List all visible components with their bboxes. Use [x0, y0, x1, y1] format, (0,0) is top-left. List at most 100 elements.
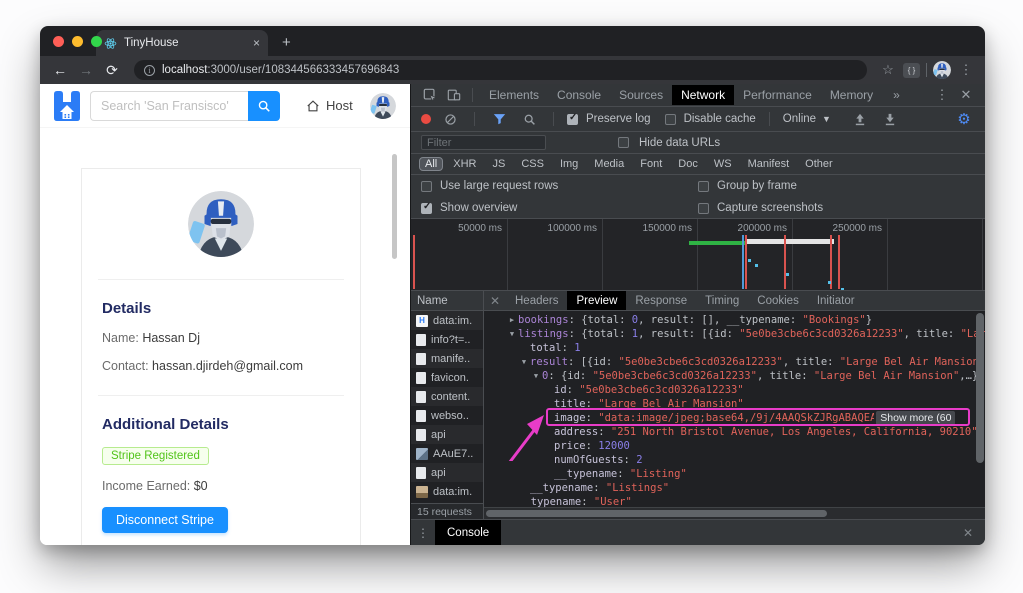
extension-icon[interactable]: { }: [903, 62, 920, 78]
devtools-tab-performance[interactable]: Performance: [734, 85, 821, 105]
drawer-menu-icon[interactable]: ⋮: [411, 526, 435, 540]
more-tabs-icon[interactable]: »: [884, 85, 909, 105]
maximize-window-button[interactable]: [91, 36, 102, 47]
browser-profile-avatar[interactable]: [933, 61, 951, 79]
option-use-large-request-rows[interactable]: Use large request rows: [421, 180, 698, 192]
json-tree-line[interactable]: ▼ listings: {total: 1, result: [{id: "5e0…: [484, 327, 985, 341]
new-tab-button[interactable]: +: [282, 34, 291, 56]
type-filter-font[interactable]: Font: [634, 157, 668, 171]
checkbox[interactable]: [421, 180, 432, 192]
request-row[interactable]: AAuE7..: [411, 444, 483, 463]
filter-funnel-icon[interactable]: [488, 113, 510, 125]
clear-network-log-icon[interactable]: [439, 113, 461, 126]
request-row[interactable]: api: [411, 425, 483, 444]
back-icon[interactable]: ←: [50, 62, 70, 78]
import-har-icon[interactable]: [849, 113, 871, 126]
reload-icon[interactable]: ⟳: [102, 62, 122, 79]
host-nav-link[interactable]: Host: [306, 98, 353, 113]
json-tree-line[interactable]: ▼ result: [{id: "5e0be3cbe6c3cd0326a12233…: [484, 355, 985, 369]
type-filter-js[interactable]: JS: [486, 157, 511, 171]
tinyhouse-logo[interactable]: [54, 90, 80, 121]
type-filter-other[interactable]: Other: [799, 157, 839, 171]
json-tree-line[interactable]: title: "Large Bel Air Mansion": [484, 397, 985, 411]
request-row[interactable]: api: [411, 463, 483, 482]
forward-icon[interactable]: →: [76, 62, 96, 78]
network-filter-input[interactable]: [421, 135, 546, 150]
checkbox[interactable]: [698, 202, 709, 214]
preview-horizontal-scrollbar[interactable]: [484, 507, 985, 519]
preview-json-tree[interactable]: ▶ bookings: {total: 0, result: [], __type…: [484, 311, 985, 507]
detail-tab-headers[interactable]: Headers: [506, 291, 567, 310]
export-har-icon[interactable]: [879, 113, 901, 126]
search-button[interactable]: [248, 90, 280, 121]
json-tree-line[interactable]: ▼ 0: {id: "5e0be3cbe6c3cd0326a12233", tit…: [484, 369, 985, 383]
preview-vertical-scrollbar[interactable]: [976, 313, 984, 463]
json-tree-line[interactable]: __typename: "Listings": [484, 481, 985, 495]
device-toolbar-icon[interactable]: [443, 88, 465, 102]
search-network-icon[interactable]: [518, 113, 540, 126]
request-row[interactable]: info?t=..: [411, 330, 483, 349]
name-column-header[interactable]: Name: [411, 291, 483, 311]
detail-tab-initiator[interactable]: Initiator: [808, 291, 864, 310]
json-tree-line[interactable]: image: "data:image/jpeg;base64,/9j/4AAQS…: [484, 411, 985, 425]
expanded-arrow-icon[interactable]: ▼: [506, 327, 518, 341]
request-row[interactable]: manife..: [411, 349, 483, 368]
settings-gear-icon[interactable]: ⚙: [953, 110, 975, 128]
devtools-menu-icon[interactable]: ⋮: [931, 87, 953, 103]
type-filter-manifest[interactable]: Manifest: [742, 157, 796, 171]
minimize-window-button[interactable]: [72, 36, 83, 47]
json-tree-line[interactable]: price: 12000: [484, 439, 985, 453]
json-tree-line[interactable]: ▶ bookings: {total: 0, result: [], __type…: [484, 313, 985, 327]
throttling-select[interactable]: Online ▼: [783, 113, 831, 125]
browser-tab[interactable]: TinyHouse ×: [96, 30, 268, 56]
devtools-tab-network[interactable]: Network: [672, 85, 735, 105]
drawer-close-icon[interactable]: ✕: [957, 526, 979, 540]
type-filter-media[interactable]: Media: [588, 157, 630, 171]
browser-menu-icon[interactable]: ⋮: [957, 62, 975, 78]
detail-tab-preview[interactable]: Preview: [567, 291, 627, 310]
request-row[interactable]: data:im.: [411, 482, 483, 501]
window-controls[interactable]: [53, 36, 102, 47]
site-info-icon[interactable]: i: [144, 64, 155, 76]
detail-tab-timing[interactable]: Timing: [696, 291, 748, 310]
json-tree-line[interactable]: __typename: "User": [484, 495, 985, 507]
devtools-close-icon[interactable]: ✕: [955, 87, 977, 103]
type-filter-css[interactable]: CSS: [515, 157, 550, 171]
checkbox[interactable]: [698, 180, 709, 192]
request-row[interactable]: webso..: [411, 406, 483, 425]
type-filter-xhr[interactable]: XHR: [447, 157, 482, 171]
hide-data-urls-checkbox[interactable]: [618, 137, 629, 148]
show-more-button[interactable]: Show more (60: [876, 411, 956, 425]
expanded-arrow-icon[interactable]: ▼: [530, 369, 542, 383]
app-scrollbar[interactable]: [392, 154, 397, 259]
request-row[interactable]: content.: [411, 387, 483, 406]
devtools-tab-console[interactable]: Console: [548, 85, 610, 105]
checkbox[interactable]: [421, 201, 432, 214]
devtools-tab-memory[interactable]: Memory: [821, 85, 882, 105]
json-tree-line[interactable]: address: "251 North Bristol Avenue, Los …: [484, 425, 985, 439]
drawer-tab-console[interactable]: Console: [435, 520, 502, 545]
inspect-element-icon[interactable]: [419, 88, 441, 102]
json-tree-line[interactable]: __typename: "Listing": [484, 467, 985, 481]
detail-tab-cookies[interactable]: Cookies: [748, 291, 808, 310]
request-row[interactable]: Hdata:im.: [411, 311, 483, 330]
type-filter-ws[interactable]: WS: [708, 157, 738, 171]
json-tree-line[interactable]: id: "5e0be3cbe6c3cd0326a12233": [484, 383, 985, 397]
user-menu-avatar[interactable]: [370, 93, 396, 119]
type-filter-all[interactable]: All: [419, 157, 444, 171]
json-tree-line[interactable]: numOfGuests: 2: [484, 453, 985, 467]
type-filter-doc[interactable]: Doc: [672, 157, 704, 171]
bookmark-star-icon[interactable]: ☆: [879, 62, 897, 78]
expanded-arrow-icon[interactable]: ▼: [518, 355, 530, 369]
close-window-button[interactable]: [53, 36, 64, 47]
option-show-overview[interactable]: Show overview: [421, 201, 698, 214]
option-group-by-frame[interactable]: Group by frame: [698, 180, 975, 192]
type-filter-img[interactable]: Img: [554, 157, 584, 171]
disconnect-stripe-button[interactable]: Disconnect Stripe: [102, 507, 228, 533]
tab-close-icon[interactable]: ×: [253, 36, 260, 50]
preserve-log-checkbox[interactable]: [567, 112, 578, 125]
request-row[interactable]: favicon.: [411, 368, 483, 387]
close-detail-icon[interactable]: ✕: [484, 294, 506, 308]
record-network-log-icon[interactable]: [421, 114, 431, 124]
collapsed-arrow-icon[interactable]: ▶: [506, 313, 518, 327]
